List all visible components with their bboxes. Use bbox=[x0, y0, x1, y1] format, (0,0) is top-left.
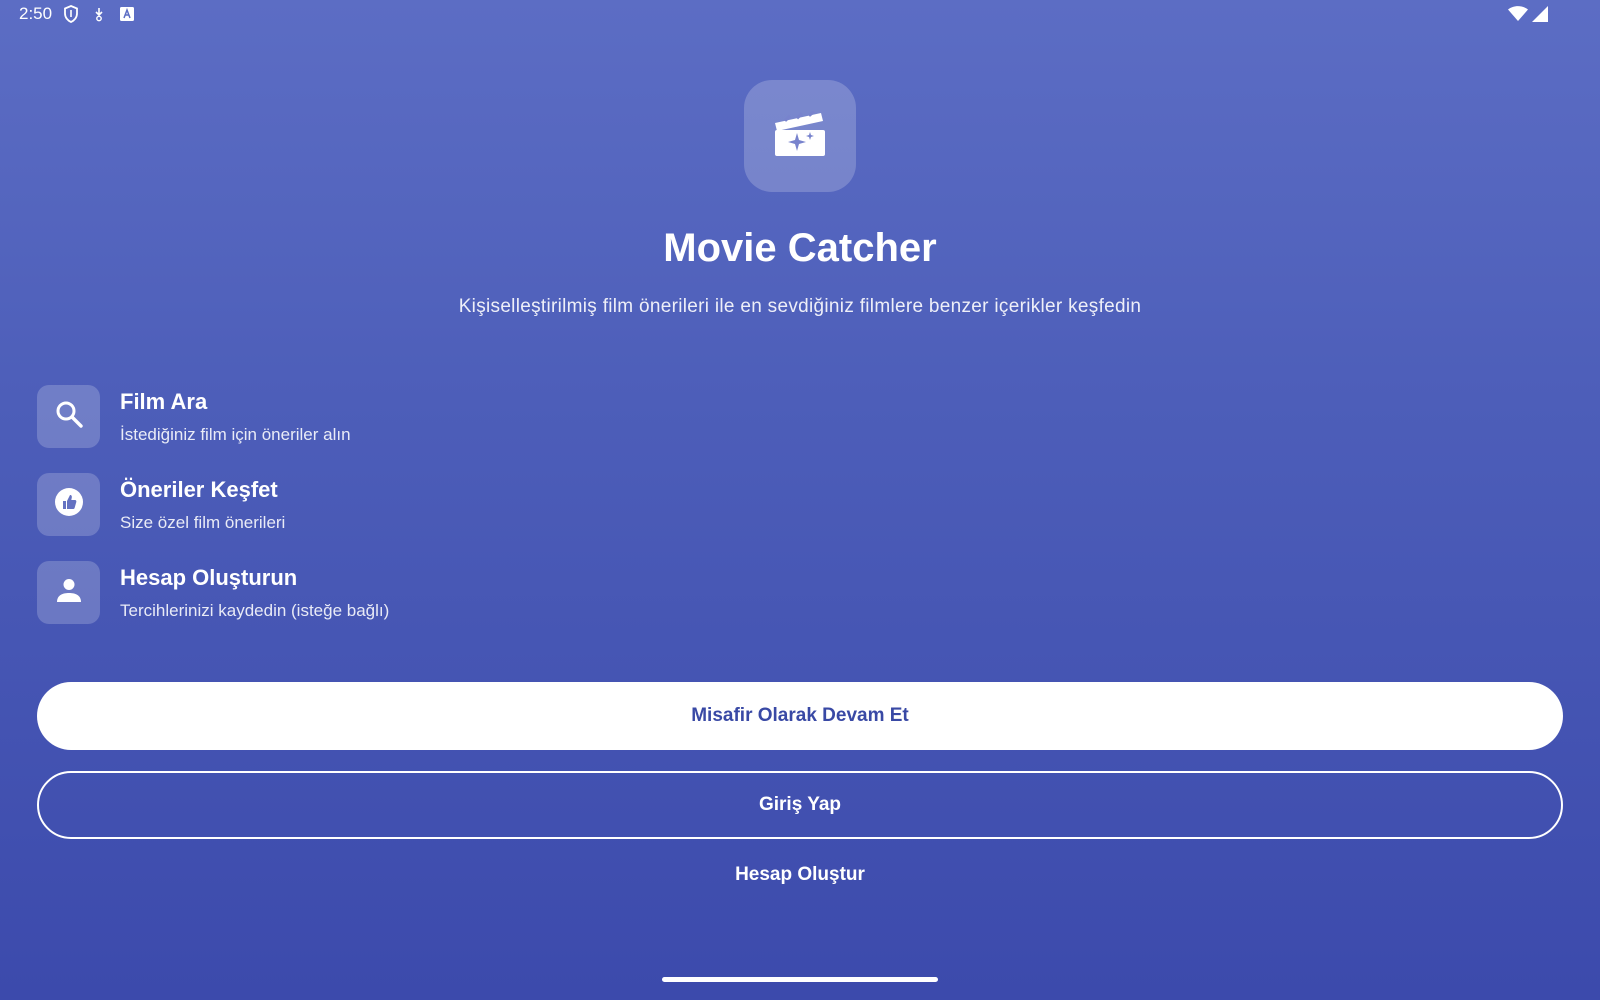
app-logo bbox=[744, 80, 856, 192]
feature-title: Film Ara bbox=[120, 389, 208, 414]
feature-account: Hesap Oluşturun Tercihlerinizi kaydedin … bbox=[37, 561, 737, 625]
shield-icon bbox=[62, 5, 80, 23]
feature-icon-box bbox=[37, 561, 100, 624]
app-subtitle: Kişiselleştirilmiş film önerileri ile en… bbox=[458, 296, 1142, 317]
continue-as-guest-button[interactable]: Misafir Olarak Devam Et bbox=[37, 682, 1563, 750]
feature-icon-box bbox=[37, 473, 100, 536]
thumbs-up-icon bbox=[54, 487, 84, 522]
signal-icon bbox=[1532, 6, 1548, 27]
create-account-button[interactable]: Hesap Oluştur bbox=[0, 864, 1600, 886]
feature-description: Tercihlerinizi kaydedin (isteğe bağlı) bbox=[120, 601, 390, 620]
status-bar: 2:50 bbox=[0, 0, 1600, 30]
feature-description: İstediğiniz film için öneriler alın bbox=[120, 425, 351, 444]
feature-search: Film Ara İstediğiniz film için öneriler … bbox=[37, 385, 737, 449]
home-indicator[interactable] bbox=[662, 977, 938, 982]
download-icon bbox=[90, 5, 108, 23]
search-icon bbox=[55, 400, 83, 433]
feature-icon-box bbox=[37, 385, 100, 448]
font-icon bbox=[118, 5, 136, 23]
feature-title: Hesap Oluşturun bbox=[120, 565, 298, 590]
movie-sparkle-icon bbox=[773, 109, 827, 162]
app-title: Movie Catcher bbox=[663, 226, 937, 270]
feature-title: Öneriler Keşfet bbox=[120, 477, 278, 502]
status-time: 2:50 bbox=[19, 4, 53, 23]
feature-description: Size özel film önerileri bbox=[120, 513, 286, 532]
login-button[interactable]: Giriş Yap bbox=[37, 771, 1563, 839]
status-bar-left: 2:50 bbox=[19, 4, 136, 24]
status-bar-right bbox=[1508, 6, 1548, 27]
wifi-icon bbox=[1508, 6, 1528, 27]
person-icon bbox=[56, 577, 82, 608]
feature-recommendations: Öneriler Keşfet Size özel film önerileri bbox=[37, 473, 737, 537]
